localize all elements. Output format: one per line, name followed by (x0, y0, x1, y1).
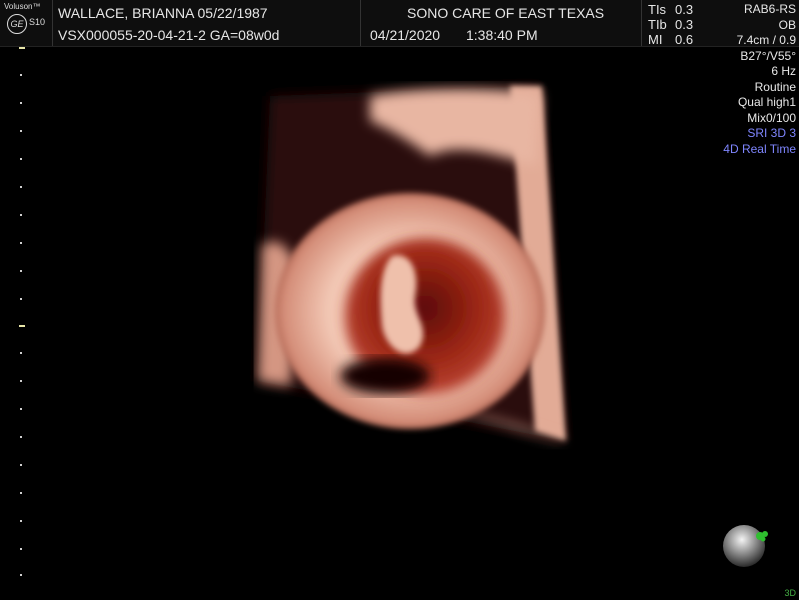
depth-tick (20, 74, 22, 76)
depth-tick (20, 520, 22, 522)
render-mode-label: 3D (784, 588, 796, 598)
depth-tick (20, 130, 22, 132)
depth-tick (20, 464, 22, 466)
depth-tick (20, 158, 22, 160)
orientation-sphere-graphic (723, 525, 768, 567)
depth-tick (20, 408, 22, 410)
param-preset: Routine (754, 79, 796, 94)
ge-logo-icon: GE (7, 14, 27, 34)
depth-tick (20, 298, 22, 300)
param-depth: 7.4cm / 0.9 (736, 33, 796, 47)
header-divider (52, 0, 53, 46)
param-application: OB (778, 17, 796, 32)
param-mix: Mix0/100 (747, 110, 796, 125)
index-tib-value: 0.3 (675, 17, 694, 32)
depth-tick (20, 380, 22, 382)
param-mode: 4D Real Time (723, 141, 796, 156)
param-sri: SRI 3D 3 (747, 126, 796, 140)
param-angle: B27°/V55° (740, 48, 796, 63)
depth-tick (20, 186, 22, 188)
header-divider (641, 0, 642, 46)
exam-date: 04/21/2020 (370, 27, 441, 43)
param-probe: RAB6-RS (743, 2, 796, 16)
patient-name-dob: WALLACE, BRIANNA 05/22/1987 (58, 5, 268, 21)
depth-tick (20, 436, 22, 438)
index-tib-label: TIb (648, 17, 667, 32)
depth-tick (20, 352, 22, 354)
index-mi-value: 0.6 (675, 32, 694, 47)
ultrasound-3d-render[interactable] (0, 46, 799, 600)
acquisition-parameters: RAB6-RS OB 7.4cm / 0.9 B27°/V55° 6 Hz Ro… (723, 2, 796, 157)
depth-tick (19, 325, 25, 327)
param-rate: 6 Hz (771, 64, 796, 78)
param-quality: Qual high1 (737, 95, 796, 109)
orientation-sphere-icon[interactable] (722, 522, 770, 570)
index-tis-label: TIs (648, 2, 667, 17)
depth-scale (0, 46, 30, 600)
brand-logo: Voluson™ GE S10 (2, 2, 52, 42)
exam-id: VSX000055-20-04-21-2 GA=08w0d (58, 27, 280, 43)
depth-tick (20, 270, 22, 272)
ring-structure (275, 193, 545, 429)
institution-name: SONO CARE OF EAST TEXAS (407, 5, 605, 21)
header-bar: Voluson™ GE S10 WALLACE, BRIANNA 05/22/1… (0, 0, 799, 47)
brand-name: Voluson™ (4, 2, 41, 11)
model-name: S10 (29, 17, 46, 27)
depth-tick (19, 47, 25, 49)
depth-tick (20, 492, 22, 494)
depth-tick (20, 548, 22, 550)
depth-tick (20, 242, 22, 244)
depth-tick (20, 574, 22, 576)
depth-tick (20, 102, 22, 104)
index-mi-label: MI (648, 32, 663, 47)
header-divider (360, 0, 361, 46)
depth-tick (20, 214, 22, 216)
exam-time: 1:38:40 PM (466, 27, 538, 43)
index-tis-value: 0.3 (675, 2, 694, 17)
